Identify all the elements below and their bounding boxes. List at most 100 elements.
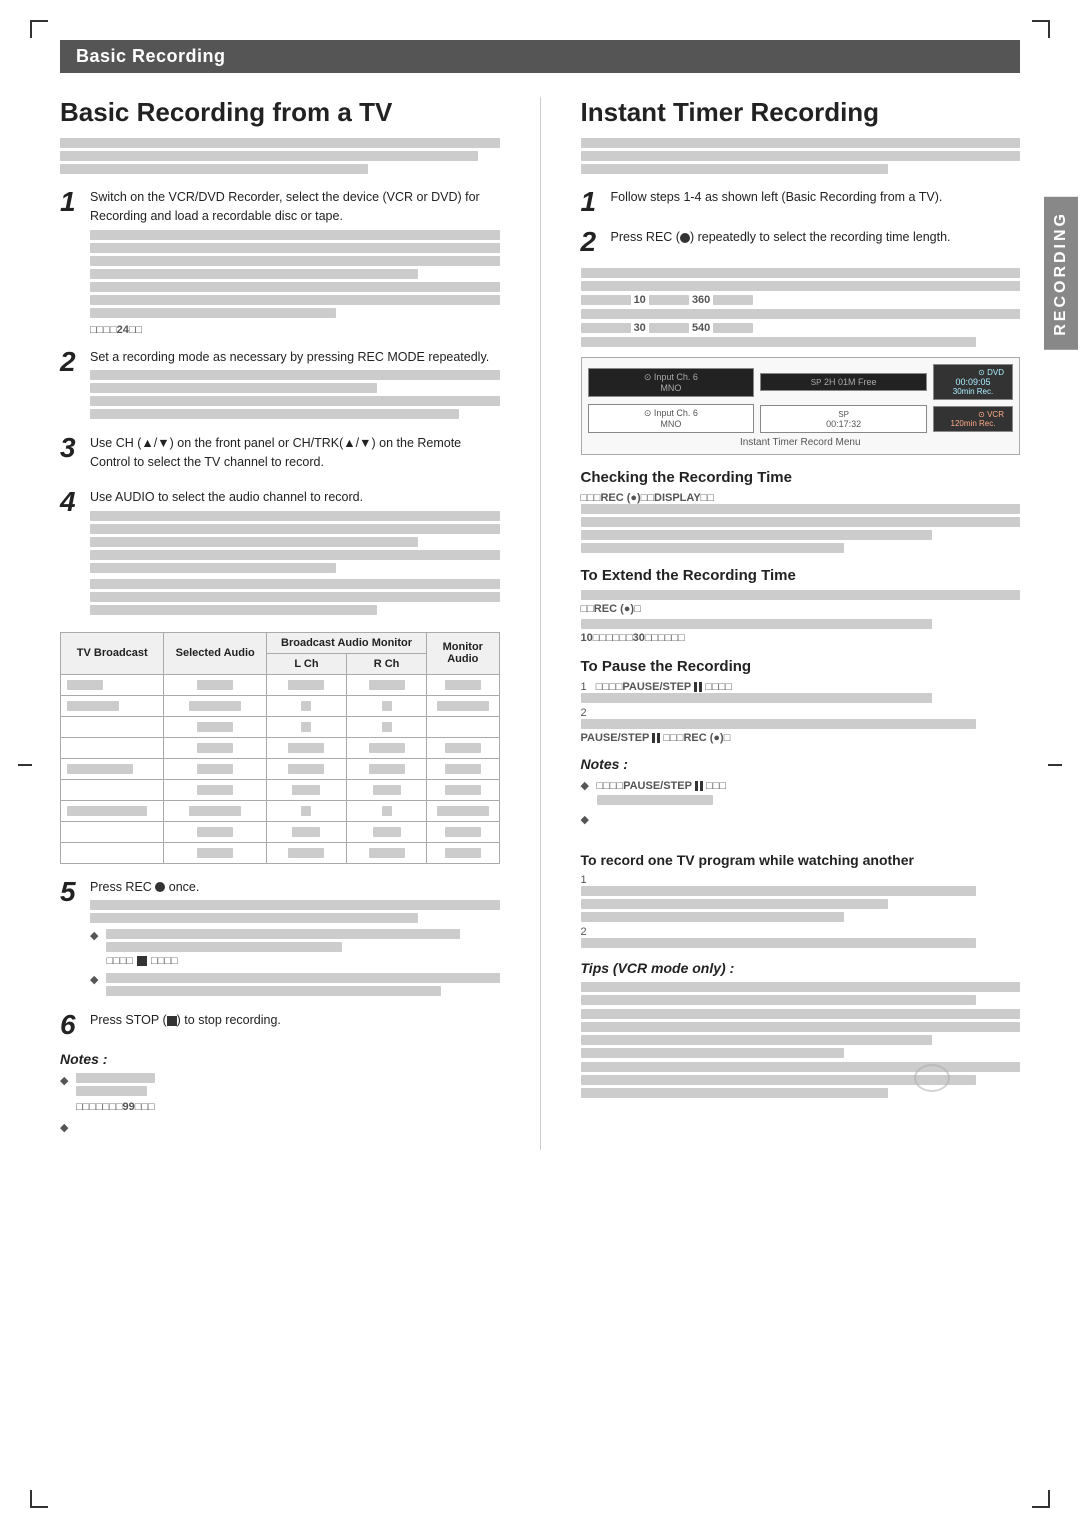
step-6-number: 6 bbox=[60, 1011, 82, 1039]
step-5: 5 Press REC once. ◆ □□□□ □□□□ bbox=[60, 878, 500, 1000]
note-text: □□□□□□□99□□□ bbox=[76, 1073, 155, 1116]
right-step-2-content: Press REC () repeatedly to select the re… bbox=[611, 228, 1021, 251]
timer-menu: ⊙ Input Ch. 6 MNO SP 2H 01M Free ⊙ DVD 0… bbox=[581, 357, 1021, 455]
watch-title: To record one TV program while watching … bbox=[581, 852, 1021, 868]
right-step-1-number: 1 bbox=[581, 188, 603, 216]
step-2-content: Set a recording mode as necessary by pre… bbox=[90, 348, 500, 423]
left-column: Basic Recording from a TV 1 Switch on th… bbox=[60, 97, 500, 1150]
extend-title: To Extend the Recording Time bbox=[581, 567, 1021, 584]
note-item: ◆ bbox=[60, 1120, 500, 1146]
timer-details: 10 360 30 540 bbox=[581, 268, 1021, 347]
timer-vcr-box: ⊙ VCR 120min Rec. bbox=[933, 406, 1013, 432]
step-1-text: Switch on the VCR/DVD Recorder, select t… bbox=[90, 188, 500, 226]
notes-content-right: ◆ □□□□PAUSE/STEP □□□ ◆ bbox=[581, 778, 1021, 838]
tip-item bbox=[581, 982, 1021, 1005]
table-row bbox=[61, 779, 500, 800]
checking-title: Checking the Recording Time bbox=[581, 469, 1021, 486]
right-intro bbox=[581, 138, 1021, 174]
step-6: 6 Press STOP () to stop recording. bbox=[60, 1011, 500, 1039]
table-row bbox=[61, 758, 500, 779]
step-5-text: Press REC once. bbox=[90, 878, 500, 897]
pause-step-1: 1 □□□□PAUSE/STEP □□□□ bbox=[581, 681, 1021, 703]
step-4: 4 Use AUDIO to select the audio channel … bbox=[60, 488, 500, 618]
note-item: ◆ □□□□PAUSE/STEP □□□ bbox=[581, 778, 1021, 808]
audio-table: TV Broadcast Selected Audio Broadcast Au… bbox=[60, 632, 500, 864]
step-5-content: Press REC once. ◆ □□□□ □□□□ bbox=[90, 878, 500, 1000]
right-step-1-text: Follow steps 1-4 as shown left (Basic Re… bbox=[611, 188, 1021, 207]
step-1-number: 1 bbox=[60, 188, 82, 216]
timer-menu-label: Instant Timer Record Menu bbox=[588, 437, 1014, 448]
left-intro bbox=[60, 138, 500, 174]
step-4-number: 4 bbox=[60, 488, 82, 516]
step-3-number: 3 bbox=[60, 434, 82, 462]
timer-input-ch-1: ⊙ Input Ch. 6 MNO bbox=[588, 368, 755, 397]
step-3-content: Use CH (▲/▼) on the front panel or CH/TR… bbox=[90, 434, 500, 476]
pause-step-2: 2 PAUSE/STEP □□□REC (●)□ bbox=[581, 707, 1021, 744]
timer-dvd-box: ⊙ DVD 00:09:05 30min Rec. bbox=[933, 364, 1013, 400]
checking-content: □□□REC (●)□□DISPLAY□□ bbox=[581, 492, 1021, 553]
table-row bbox=[61, 695, 500, 716]
step-2-number: 2 bbox=[60, 348, 82, 376]
step-6-text: Press STOP () to stop recording. bbox=[90, 1011, 500, 1030]
step-1-content: Switch on the VCR/DVD Recorder, select t… bbox=[90, 188, 500, 336]
header-bar: Basic Recording bbox=[60, 40, 1020, 73]
bottom-oval bbox=[914, 1064, 950, 1092]
table-row bbox=[61, 737, 500, 758]
tips-title: Tips (VCR mode only) : bbox=[581, 960, 1021, 976]
tip-item bbox=[581, 1062, 1021, 1098]
step-2: 2 Set a recording mode as necessary by p… bbox=[60, 348, 500, 423]
step-6-content: Press STOP () to stop recording. bbox=[90, 1011, 500, 1034]
right-step-2-number: 2 bbox=[581, 228, 603, 256]
note-item: ◆ bbox=[581, 812, 1021, 838]
table-header-selected: Selected Audio bbox=[164, 632, 266, 674]
step-1: 1 Switch on the VCR/DVD Recorder, select… bbox=[60, 188, 500, 336]
left-section-title: Basic Recording from a TV bbox=[60, 97, 500, 128]
step-5-number: 5 bbox=[60, 878, 82, 906]
note-bullet: ◆ bbox=[60, 1120, 70, 1137]
extend-content: □□REC (●)□ bbox=[581, 590, 1021, 615]
table-row bbox=[61, 800, 500, 821]
notes-title-right: Notes : bbox=[581, 756, 1021, 772]
pause-title: To Pause the Recording bbox=[581, 658, 1021, 675]
step-2-text: Set a recording mode as necessary by pre… bbox=[90, 348, 500, 367]
notes-content-left: ◆ □□□□□□□99□□□ ◆ bbox=[60, 1073, 500, 1146]
tips-content bbox=[581, 982, 1021, 1098]
tip-item bbox=[581, 1009, 1021, 1058]
extend-detail: 10□□□□□□30□□□□□□ bbox=[581, 619, 1021, 644]
header-title: Basic Recording bbox=[76, 46, 226, 66]
table-sub-rch: R Ch bbox=[347, 653, 427, 674]
right-step-2: 2 Press REC () repeatedly to select the … bbox=[581, 228, 1021, 256]
step-4-text: Use AUDIO to select the audio channel to… bbox=[90, 488, 500, 507]
step-3-text: Use CH (▲/▼) on the front panel or CH/TR… bbox=[90, 434, 500, 472]
notes-section-left: Notes : ◆ □□□□□□□99□□□ ◆ bbox=[60, 1051, 500, 1146]
watch-step-2: 2 bbox=[581, 926, 1021, 948]
note-bullet: ◆ bbox=[60, 1073, 70, 1090]
table-row bbox=[61, 821, 500, 842]
step-3: 3 Use CH (▲/▼) on the front panel or CH/… bbox=[60, 434, 500, 476]
table-sub-lch: L Ch bbox=[266, 653, 346, 674]
timer-input-ch-2: ⊙ Input Ch. 6 MNO bbox=[588, 404, 755, 433]
notes-section-right: Notes : ◆ □□□□PAUSE/STEP □□□ ◆ bbox=[581, 756, 1021, 838]
note-text: □□□□PAUSE/STEP □□□ bbox=[597, 778, 727, 808]
watch-step-1: 1 bbox=[581, 874, 1021, 922]
timer-menu-row-1: ⊙ Input Ch. 6 MNO SP 2H 01M Free ⊙ DVD 0… bbox=[588, 364, 1014, 400]
column-divider bbox=[540, 97, 541, 1150]
recording-tab: RECORDING bbox=[1044, 197, 1078, 350]
notes-title-left: Notes : bbox=[60, 1051, 500, 1067]
right-section-title: Instant Timer Recording bbox=[581, 97, 1021, 128]
table-header-tv: TV Broadcast bbox=[61, 632, 164, 674]
table-header-monitor: MonitorAudio bbox=[427, 632, 499, 674]
timer-time-2: SP 00:17:32 bbox=[760, 405, 927, 433]
timer-menu-row-2: ⊙ Input Ch. 6 MNO SP 00:17:32 ⊙ VCR bbox=[588, 404, 1014, 433]
table-row bbox=[61, 716, 500, 737]
right-step-2-text: Press REC () repeatedly to select the re… bbox=[611, 228, 1021, 247]
note-item: ◆ □□□□□□□99□□□ bbox=[60, 1073, 500, 1116]
table-header-broadcast: Broadcast Audio Monitor bbox=[266, 632, 426, 653]
table-row bbox=[61, 674, 500, 695]
right-step-1-content: Follow steps 1-4 as shown left (Basic Re… bbox=[611, 188, 1021, 211]
step-4-content: Use AUDIO to select the audio channel to… bbox=[90, 488, 500, 618]
timer-free-1: SP 2H 01M Free bbox=[760, 373, 927, 391]
right-column: RECORDING Instant Timer Recording 1 Foll… bbox=[581, 97, 1021, 1102]
table-row bbox=[61, 842, 500, 863]
right-step-1: 1 Follow steps 1-4 as shown left (Basic … bbox=[581, 188, 1021, 216]
